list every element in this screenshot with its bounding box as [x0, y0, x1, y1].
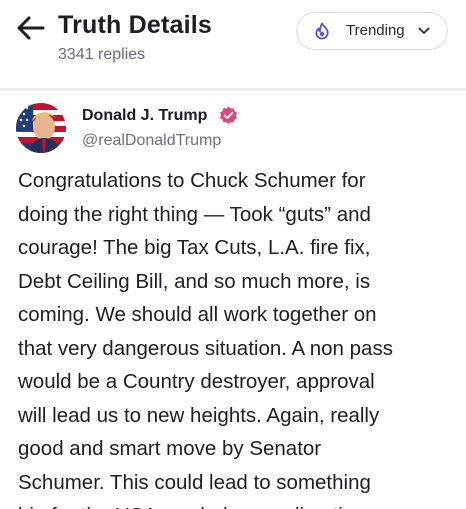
page-title: Truth Details — [58, 11, 213, 39]
author-avatar[interactable] — [16, 103, 66, 153]
verified-badge-icon — [220, 106, 237, 124]
avatar-image — [16, 103, 66, 153]
post-text-line: big for the USA, a whole new direction — [18, 499, 366, 509]
chevron-down-icon — [418, 27, 430, 34]
post-text-line: courage! The big Tax Cuts, L.A. fire fix… — [18, 236, 371, 259]
post-body: Congratulations to Chuck Schumer for doi… — [18, 164, 458, 509]
author-name[interactable]: Donald J. Trump — [82, 107, 207, 125]
trending-label: Trending — [346, 22, 405, 39]
post-text-line: would be a Country destroyer, approval — [18, 370, 375, 393]
author-handle[interactable]: @realDonaldTrump — [82, 132, 221, 150]
post-text-line: that very dangerous situation. A non pas… — [18, 336, 393, 360]
post-text-line: doing the right thing — Took “guts” and — [18, 202, 371, 226]
post-text-line: Schumer. This could lead to something — [18, 470, 371, 494]
post-text-line: good and smart move by Senator — [18, 437, 322, 460]
reply-count: 3341 replies — [58, 46, 146, 63]
trending-dropdown[interactable]: Trending — [296, 12, 448, 50]
post-text-line: Congratulations to Chuck Schumer for — [18, 169, 366, 192]
post-text-line: Debt Ceiling Bill, and so much more, is — [18, 269, 371, 293]
flame-icon — [315, 22, 329, 40]
arrow-left-icon — [17, 16, 45, 40]
header-divider — [0, 88, 466, 91]
post-text-line: will lead us to new heights. Again, real… — [18, 403, 380, 427]
top-bar: Truth Details 3341 replies Trending — [0, 0, 466, 92]
post-text-line: coming. We should all work together on — [18, 303, 377, 326]
back-button[interactable] — [16, 15, 46, 41]
